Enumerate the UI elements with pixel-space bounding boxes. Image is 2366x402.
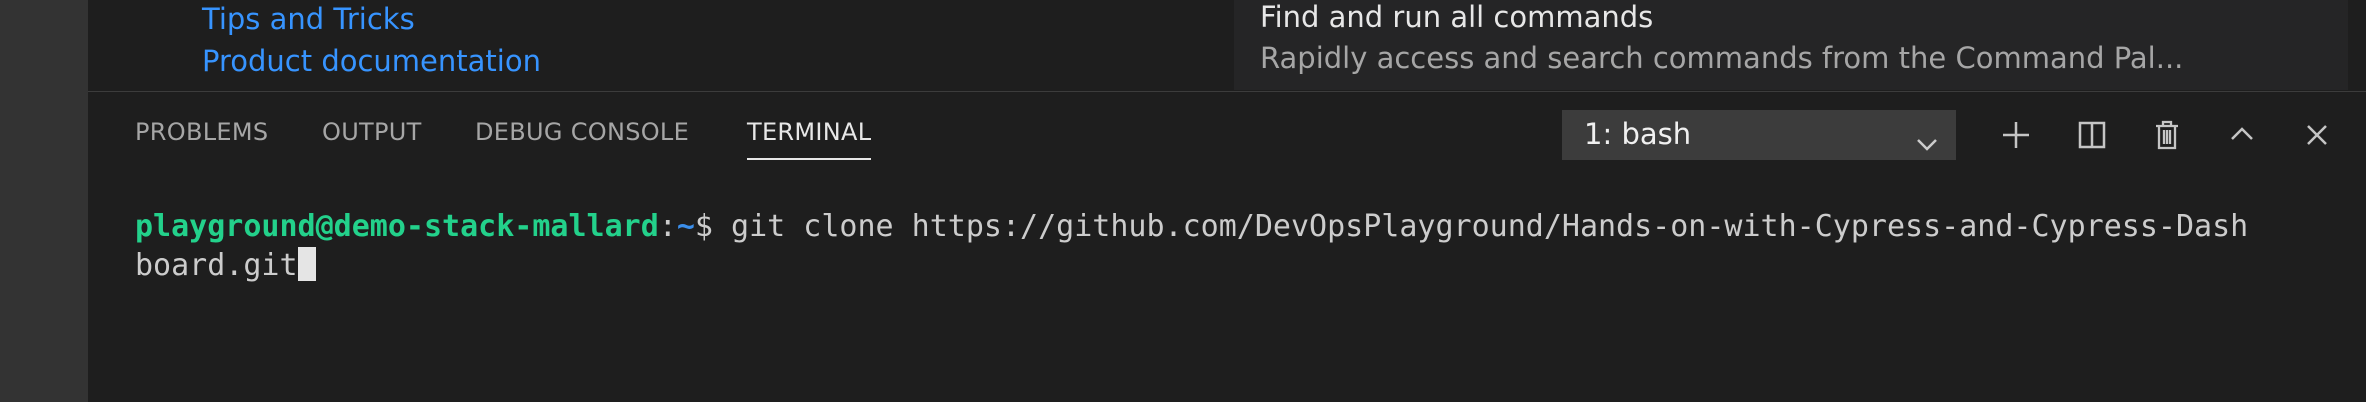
maximize-panel-button[interactable] [2221, 114, 2263, 156]
terminal-select-dropdown[interactable]: 1: bash [1562, 110, 1956, 160]
tab-output[interactable]: OUTPUT [322, 118, 422, 158]
prompt-separator: : [658, 209, 677, 244]
split-terminal-button[interactable] [2071, 114, 2113, 156]
tab-debug-console[interactable]: DEBUG CONSOLE [475, 118, 689, 158]
product-documentation-link[interactable]: Product documentation [202, 44, 541, 78]
welcome-page: Tips and Tricks Product documentation Fi… [88, 0, 2366, 91]
new-terminal-button[interactable] [1995, 114, 2037, 156]
close-icon [2296, 114, 2338, 156]
chevron-up-icon [2221, 114, 2263, 156]
terminal-select-value: 1: bash [1584, 117, 1692, 151]
terminal-command-line-1: git clone https://github.com/DevOpsPlayg… [731, 209, 2249, 244]
command-card-title: Find and run all commands [1260, 0, 1654, 34]
close-panel-button[interactable] [2296, 114, 2338, 156]
prompt-user-host: playground@demo-stack-mallard [135, 209, 659, 244]
bottom-panel: PROBLEMS OUTPUT DEBUG CONSOLE TERMINAL 1… [88, 91, 2366, 402]
terminal-command-line-2: board.git [135, 248, 298, 283]
tips-and-tricks-link[interactable]: Tips and Tricks [202, 2, 415, 36]
trash-icon [2146, 114, 2188, 156]
terminal-output[interactable]: playground@demo-stack-mallard:~$ git clo… [135, 207, 2335, 285]
terminal-cursor [297, 247, 316, 281]
vscode-window: Tips and Tricks Product documentation Fi… [0, 0, 2366, 402]
plus-icon [1995, 114, 2037, 156]
kill-terminal-button[interactable] [2146, 114, 2188, 156]
prompt-path: ~ [676, 209, 695, 244]
activity-bar [0, 0, 88, 402]
split-icon [2071, 114, 2113, 156]
tab-problems[interactable]: PROBLEMS [135, 118, 268, 158]
chevron-down-icon [1916, 125, 1938, 159]
tab-terminal[interactable]: TERMINAL [747, 118, 872, 160]
prompt-symbol: $ [694, 209, 732, 244]
command-card-description: Rapidly access and search commands from … [1260, 41, 2184, 75]
find-commands-card[interactable]: Find and run all commands Rapidly access… [1234, 0, 2348, 90]
